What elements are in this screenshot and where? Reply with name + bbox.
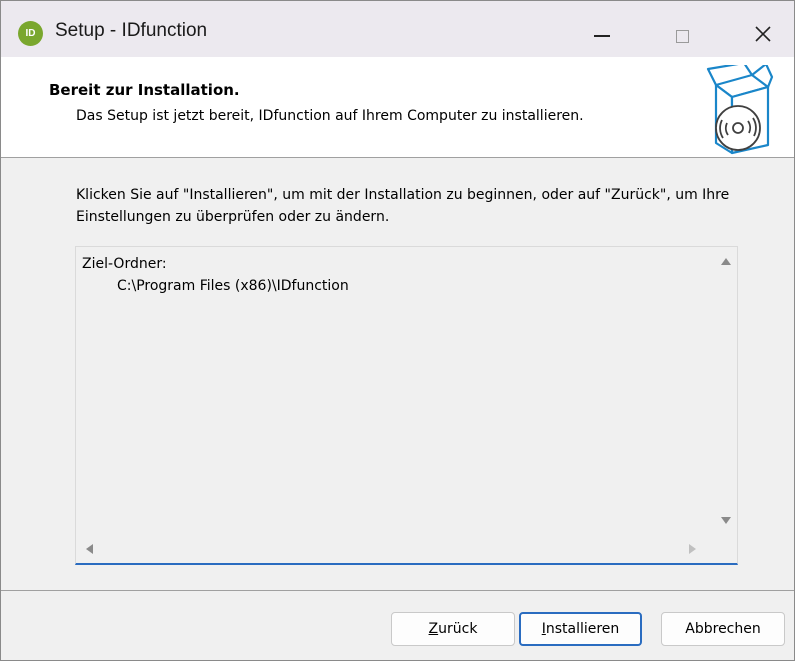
footer-divider — [1, 590, 794, 591]
close-icon — [755, 26, 771, 42]
minimize-icon — [594, 35, 610, 37]
close-button[interactable] — [734, 9, 792, 57]
maximize-button — [654, 9, 712, 57]
memo-destination-label: Ziel-Ordner: — [82, 256, 167, 272]
scroll-down-arrow-icon[interactable] — [721, 517, 731, 524]
wizard-header: Bereit zur Installation. Das Setup ist j… — [1, 57, 794, 158]
memo-destination-path: C:\Program Files (x86)\IDfunction — [117, 278, 349, 294]
title-bar[interactable]: ID Setup - IDfunction — [1, 1, 794, 57]
cancel-button[interactable]: Abbrechen — [661, 612, 785, 646]
install-button-label: nstallieren — [545, 621, 620, 637]
ready-memo[interactable]: Ziel-Ordner: C:\Program Files (x86)\IDfu… — [75, 246, 738, 565]
instruction-text: Klicken Sie auf "Installieren", um mit d… — [76, 187, 730, 225]
scroll-left-arrow-icon[interactable] — [86, 544, 93, 554]
vertical-scrollbar[interactable] — [714, 247, 737, 535]
window-title: Setup - IDfunction — [55, 20, 208, 41]
scroll-up-arrow-icon[interactable] — [721, 258, 731, 265]
minimize-button[interactable] — [572, 9, 630, 57]
page-subtitle: Das Setup ist jetzt bereit, IDfunction a… — [76, 108, 584, 124]
horizontal-scrollbar[interactable] — [76, 535, 714, 563]
page-title: Bereit zur Installation. — [49, 81, 240, 99]
software-box-icon — [706, 65, 774, 155]
maximize-icon — [676, 30, 689, 43]
back-button-label: urück — [438, 621, 478, 637]
scroll-right-arrow-icon[interactable] — [689, 544, 696, 554]
idfunction-logo-icon: ID — [18, 21, 43, 46]
back-button-accelerator: Z — [428, 621, 439, 637]
back-button[interactable]: Zurück — [391, 612, 515, 646]
install-button[interactable]: Installieren — [519, 612, 642, 646]
setup-window: ID Setup - IDfunction Bereit zur Install… — [0, 0, 795, 661]
